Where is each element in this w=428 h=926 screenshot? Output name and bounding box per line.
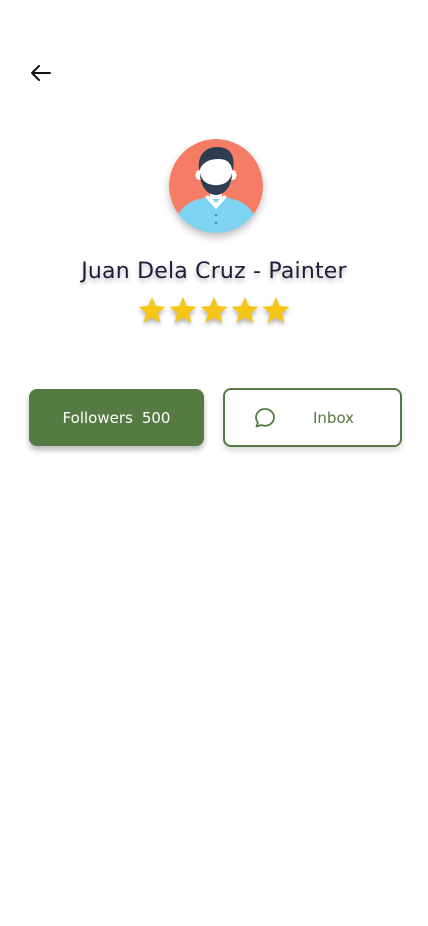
star-icon: [231, 296, 259, 323]
inbox-label: Inbox: [313, 409, 355, 427]
followers-count: 500: [141, 408, 171, 427]
arrow-left-icon: [31, 65, 51, 81]
chat-bubble-icon: [255, 408, 275, 428]
followers-label: Followers: [62, 408, 133, 427]
star-icon: [262, 296, 290, 323]
profile-name: Juan Dela Cruz - Painter: [81, 259, 347, 284]
user-avatar-icon: [169, 139, 263, 233]
avatar: [169, 139, 263, 233]
back-button[interactable]: [26, 58, 56, 88]
star-rating: [0, 295, 428, 325]
followers-button[interactable]: Followers 500: [29, 389, 204, 446]
inbox-button[interactable]: Inbox: [223, 388, 402, 447]
star-icon: [200, 296, 228, 323]
star-icon: [169, 296, 197, 323]
star-icon: [138, 296, 166, 323]
